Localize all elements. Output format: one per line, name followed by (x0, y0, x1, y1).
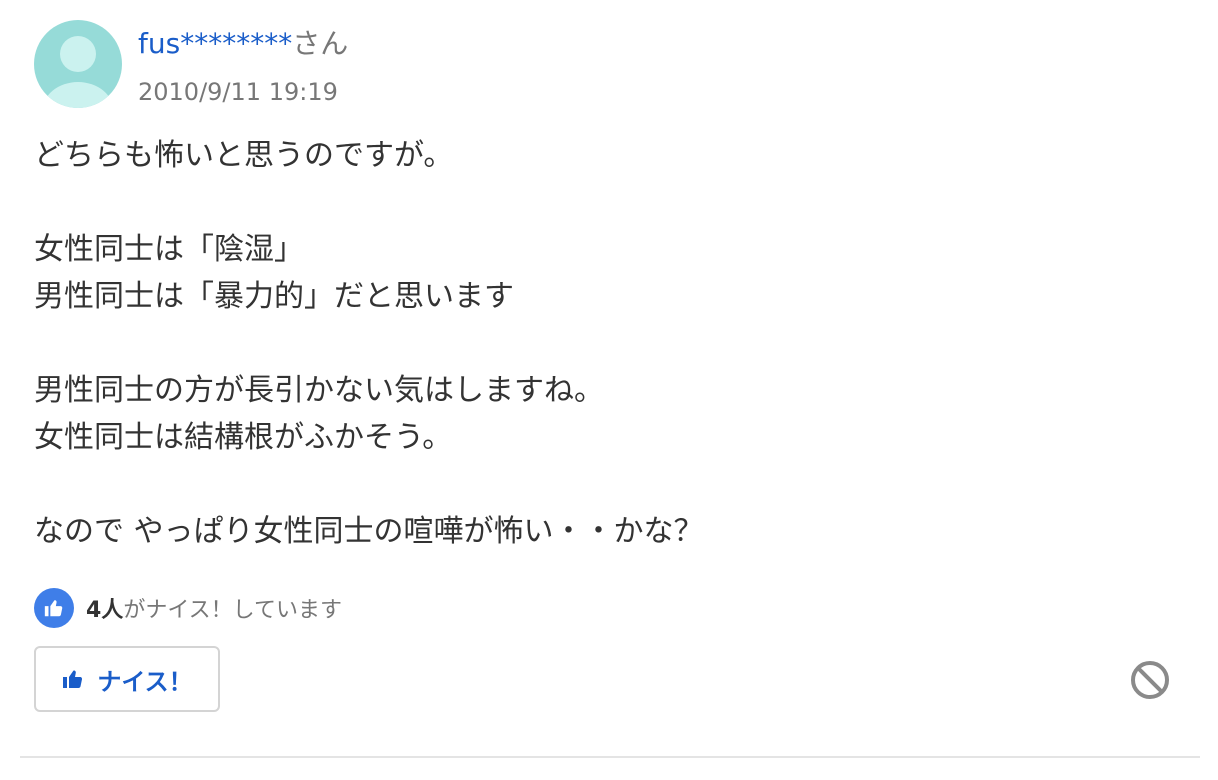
user-avatar (34, 20, 122, 108)
answer-line: どちらも怖いと思うのですが。 (34, 138, 454, 173)
answer-line: なので やっぱり女性同士の喧嘩が怖い・・かな？ (34, 514, 704, 549)
block-icon (1131, 661, 1169, 699)
nice-count-text: がナイス！しています (123, 598, 342, 623)
avatar-head (60, 36, 96, 72)
username: fus********さん (138, 26, 348, 62)
username-suffix: さん (292, 27, 349, 60)
answer-timestamp: 2010/9/11 19:19 (138, 78, 338, 106)
answer-line: 女性同士は結構根がふかそう。 (34, 420, 453, 455)
answer-line: 女性同士は「陰湿」 (34, 232, 304, 267)
username-link[interactable]: fus******** (138, 27, 292, 60)
answer-line (34, 320, 1184, 367)
avatar-body (42, 82, 114, 108)
answer-body: どちらも怖いと思うのですが。 女性同士は「陰湿」 男性同士は「暴力的」だと思いま… (34, 132, 1184, 555)
thumbs-up-icon (61, 667, 85, 691)
nice-count: 4人 がナイス！しています (34, 588, 342, 628)
divider (20, 756, 1200, 758)
answer-line (34, 461, 1184, 508)
nice-button[interactable]: ナイス！ (34, 646, 220, 712)
thumbs-up-icon (34, 588, 74, 628)
answer-line (34, 179, 1184, 226)
answer-line: 男性同士は「暴力的」だと思います (34, 279, 514, 314)
nice-count-number: 4人 (86, 598, 124, 623)
nice-button-label: ナイス！ (97, 667, 193, 696)
block-button[interactable] (1128, 658, 1172, 702)
answer-line: 男性同士の方が長引かない気はしますね。 (34, 373, 604, 408)
